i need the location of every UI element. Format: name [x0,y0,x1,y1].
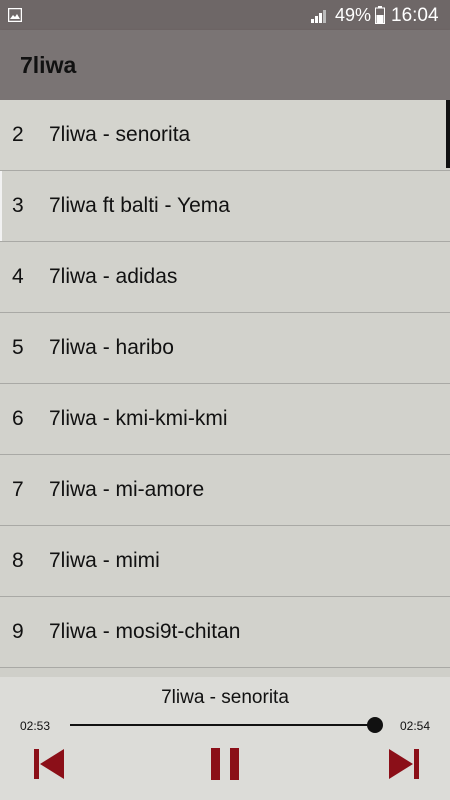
list-item[interactable]: 5 7liwa - haribo [0,313,450,384]
page-title: 7liwa [20,52,77,78]
track-title: 7liwa - haribo [49,336,174,359]
total-time: 02:54 [400,719,431,733]
pause-icon [211,748,239,780]
app-bar: 7liwa [0,30,450,100]
track-title: 7liwa - kmi-kmi-kmi [49,407,228,430]
row-indicator [0,171,2,241]
track-number: 3 [12,194,24,217]
list-item[interactable]: 2 7liwa - senorita [0,100,450,171]
list-item[interactable]: 8 7liwa - mimi [0,526,450,597]
list-item[interactable]: 6 7liwa - kmi-kmi-kmi [0,384,450,455]
skip-next-icon [389,749,419,779]
track-title: 7liwa - adidas [49,265,178,288]
list-item[interactable]: 4 7liwa - adidas [0,242,450,313]
player-panel: 7liwa - senorita 02:53 02:54 [0,677,450,800]
track-title: 7liwa - mi-amore [49,478,205,501]
elapsed-time: 02:53 [20,719,51,733]
seek-bar[interactable] [70,717,384,733]
track-number: 8 [12,549,24,572]
seek-progress [70,724,376,726]
track-number: 9 [12,620,24,643]
track-number: 2 [12,123,24,146]
now-playing-title: 7liwa - senorita [161,687,289,708]
gallery-notification-icon [7,7,23,27]
track-title: 7liwa - senorita [49,123,191,146]
battery-percentage: 49% [335,5,372,25]
track-title: 7liwa - mimi [49,549,160,572]
seek-thumb[interactable] [367,717,384,733]
list-item[interactable]: 9 7liwa - mosi9t-chitan [0,597,450,668]
list-item[interactable]: 7 7liwa - mi-amore [0,455,450,526]
track-number: 4 [12,265,24,288]
list-item[interactable]: 3 7liwa ft balti - Yema [0,171,450,242]
previous-button[interactable] [30,746,70,782]
track-title: 7liwa ft balti - Yema [49,194,230,217]
signal-icon [311,7,329,28]
status-bar: 49% 16:04 [0,0,450,30]
track-number: 6 [12,407,24,430]
battery-icon [375,6,385,29]
pause-button[interactable] [205,746,245,782]
skip-previous-icon [34,749,64,779]
track-title: 7liwa - mosi9t-chitan [49,620,241,643]
track-number: 5 [12,336,24,359]
scrollbar-thumb[interactable] [446,100,450,168]
track-number: 7 [12,478,24,501]
song-list[interactable]: 2 7liwa - senorita 3 7liwa ft balti - Ye… [0,100,450,676]
next-button[interactable] [383,746,423,782]
status-clock: 16:04 [391,5,439,26]
